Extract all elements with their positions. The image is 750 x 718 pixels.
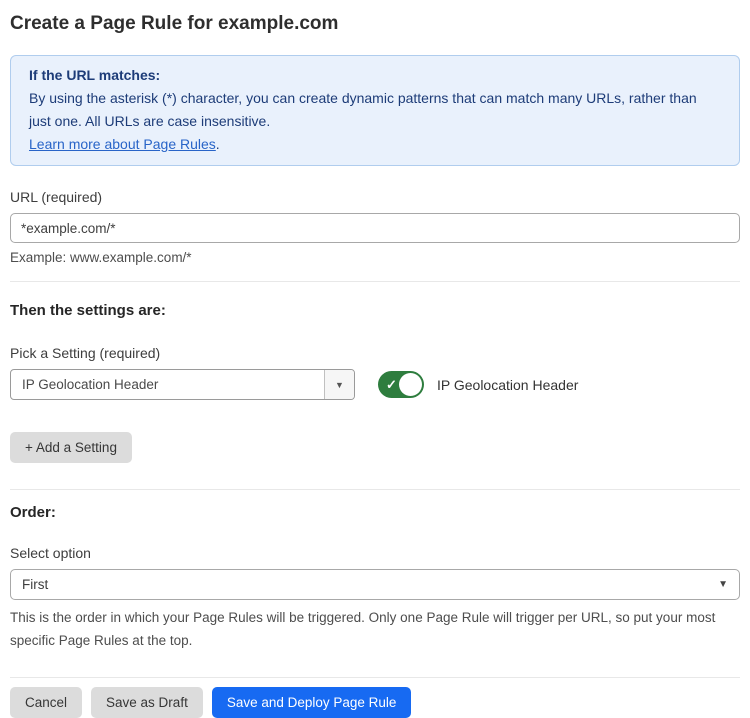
setting-picker-value: IP Geolocation Header [11, 370, 324, 399]
save-and-deploy-button[interactable]: Save and Deploy Page Rule [212, 687, 412, 718]
url-example-helper: Example: www.example.com/* [10, 249, 740, 266]
info-box-heading: If the URL matches: [29, 64, 721, 87]
order-select-label: Select option [10, 544, 740, 562]
learn-more-link[interactable]: Learn more about Page Rules [29, 136, 216, 152]
setting-picker-label: Pick a Setting (required) [10, 344, 740, 362]
footer-button-row: Cancel Save as Draft Save and Deploy Pag… [10, 687, 740, 718]
url-field-label: URL (required) [10, 188, 740, 206]
save-as-draft-button[interactable]: Save as Draft [91, 687, 203, 718]
check-icon: ✓ [386, 377, 397, 393]
order-select-value: First [22, 577, 48, 592]
setting-row: IP Geolocation Header ▼ ✓ IP Geolocation… [10, 369, 740, 400]
add-setting-button[interactable]: + Add a Setting [10, 432, 132, 463]
info-box-link-line: Learn more about Page Rules. [29, 133, 721, 156]
url-input[interactable] [10, 213, 740, 243]
link-period: . [216, 136, 220, 152]
info-box-body: By using the asterisk (*) character, you… [29, 87, 721, 133]
cancel-button[interactable]: Cancel [10, 687, 82, 718]
order-section-heading: Order: [10, 503, 740, 522]
toggle-label: IP Geolocation Header [437, 377, 578, 393]
divider [10, 281, 740, 282]
url-match-info-box: If the URL matches: By using the asteris… [10, 55, 740, 166]
page-title: Create a Page Rule for example.com [10, 0, 740, 36]
setting-picker-dropdown[interactable]: IP Geolocation Header ▼ [10, 369, 355, 400]
page-rule-form: Create a Page Rule for example.com If th… [0, 0, 750, 718]
order-helper-text: This is the order in which your Page Rul… [10, 606, 736, 652]
chevron-down-icon[interactable]: ▼ [324, 370, 354, 399]
divider [10, 489, 740, 490]
order-select-dropdown[interactable]: First ▼ [10, 569, 740, 600]
toggle-knob [399, 373, 422, 396]
divider [10, 677, 740, 678]
settings-section-heading: Then the settings are: [10, 301, 740, 320]
chevron-down-icon: ▼ [718, 579, 728, 590]
ip-geolocation-toggle[interactable]: ✓ [378, 371, 424, 398]
